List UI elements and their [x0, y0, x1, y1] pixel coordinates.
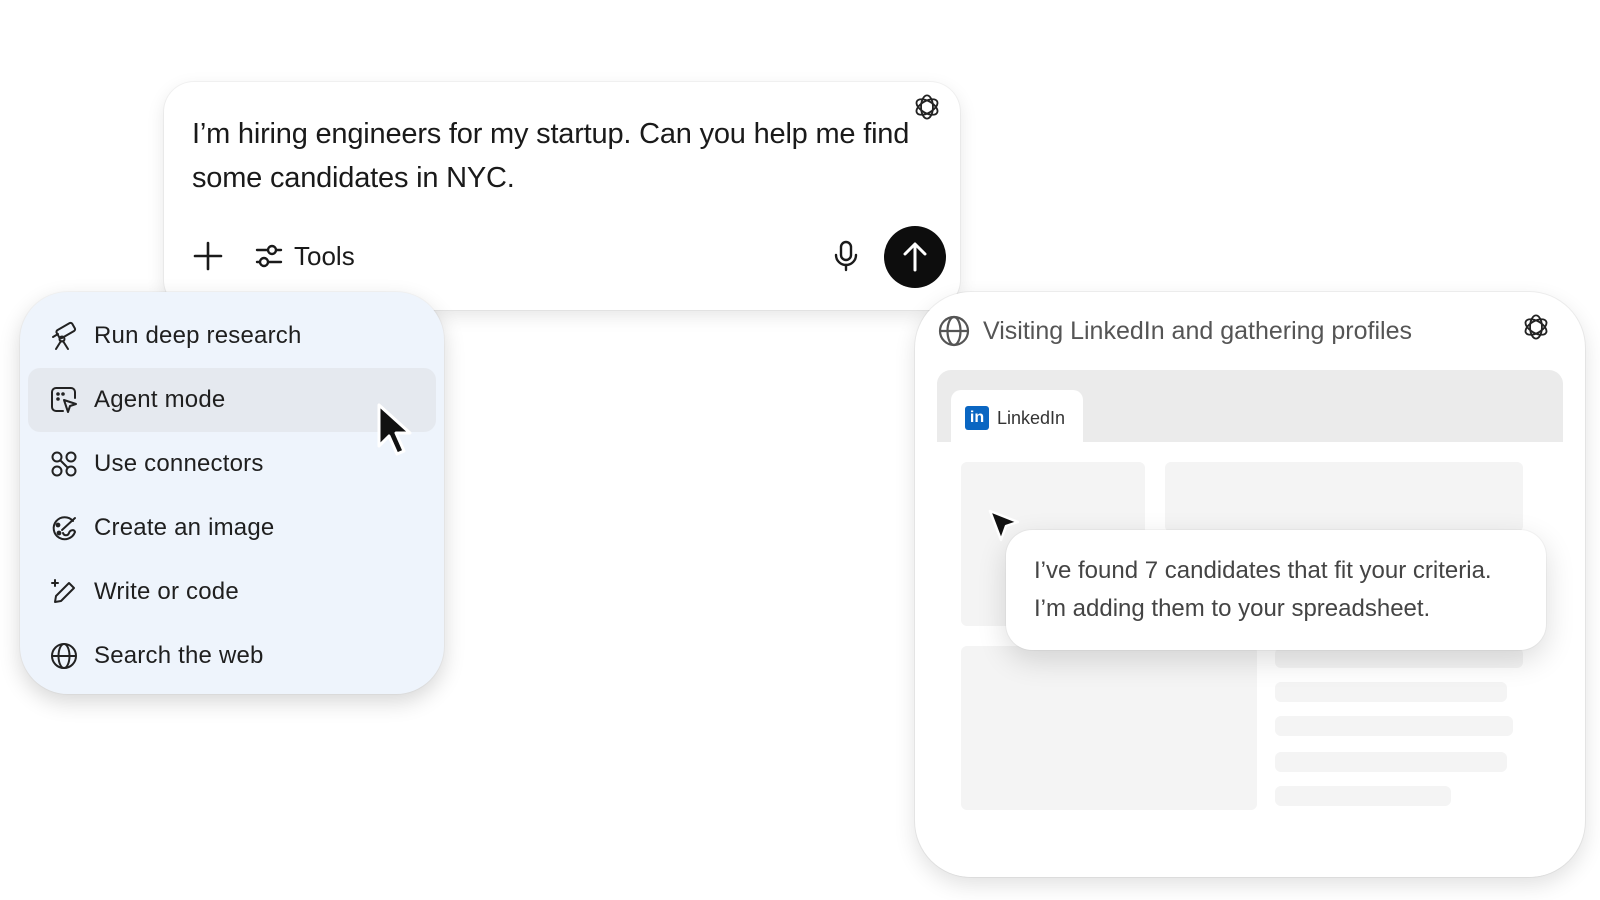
placeholder-line	[1275, 752, 1507, 772]
browser-tab-linkedin[interactable]: in LinkedIn	[951, 390, 1083, 446]
agent-status-text: Visiting LinkedIn and gathering profiles	[983, 317, 1412, 345]
linkedin-logo-icon: in	[965, 406, 989, 430]
menu-item-label: Run deep research	[94, 322, 302, 349]
placeholder-line	[1275, 786, 1451, 806]
placeholder-line	[1275, 682, 1507, 702]
globe-icon	[48, 640, 80, 672]
menu-item-use-connectors[interactable]: Use connectors	[28, 432, 436, 496]
agent-message-bubble: I’ve found 7 candidates that fit your cr…	[1006, 530, 1546, 650]
plus-icon	[193, 241, 223, 271]
placeholder-block	[961, 646, 1257, 810]
telescope-icon	[48, 320, 80, 352]
arrow-up-icon	[903, 242, 927, 272]
menu-item-write-or-code[interactable]: Write or code	[28, 560, 436, 624]
tools-menu: Run deep research Agent mode Use connect…	[20, 292, 444, 694]
menu-item-label: Write or code	[94, 578, 239, 605]
tools-label: Tools	[294, 240, 355, 271]
agent-cursor-icon	[48, 384, 80, 416]
tools-button[interactable]: Tools	[254, 234, 355, 278]
palette-icon	[48, 512, 80, 544]
prompt-input[interactable]: I’m hiring engineers for my startup. Can…	[192, 112, 912, 200]
openai-logo-icon	[1524, 314, 1548, 340]
connectors-icon	[48, 448, 80, 480]
menu-item-create-an-image[interactable]: Create an image	[28, 496, 436, 560]
add-attachment-button[interactable]	[186, 234, 230, 278]
browser-tab-label: LinkedIn	[997, 407, 1066, 428]
placeholder-block	[1165, 462, 1523, 532]
send-button[interactable]	[884, 226, 946, 288]
sliders-icon	[255, 244, 283, 268]
microphone-icon	[834, 240, 858, 272]
placeholder-line	[1275, 716, 1513, 736]
menu-item-agent-mode[interactable]: Agent mode	[28, 368, 436, 432]
menu-item-label: Agent mode	[94, 386, 226, 413]
chat-composer: I’m hiring engineers for my startup. Can…	[164, 82, 960, 310]
placeholder-line	[1275, 648, 1523, 668]
openai-logo-icon	[915, 94, 939, 120]
globe-icon	[938, 315, 970, 347]
menu-item-run-deep-research[interactable]: Run deep research	[28, 304, 436, 368]
menu-item-label: Use connectors	[94, 450, 264, 477]
voice-input-button[interactable]	[824, 234, 868, 278]
menu-item-search-the-web[interactable]: Search the web	[28, 624, 436, 688]
menu-item-label: Search the web	[94, 642, 264, 669]
mouse-pointer-icon	[377, 403, 412, 456]
agent-message-line: I’m adding them to your spreadsheet.	[1034, 595, 1431, 622]
menu-item-label: Create an image	[94, 514, 275, 541]
agent-message-line: I’ve found 7 candidates that fit your cr…	[1034, 557, 1492, 584]
pencil-sparkle-icon	[48, 576, 80, 608]
